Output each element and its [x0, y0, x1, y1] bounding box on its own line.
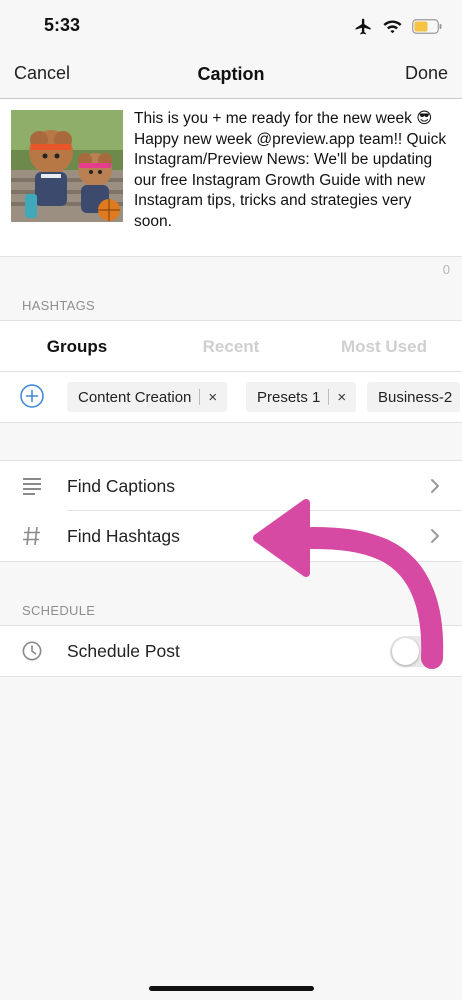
caption-text[interactable]: This is you + me ready for the new week … — [134, 109, 452, 233]
hashtags-section-header: HASHTAGS — [22, 298, 95, 313]
hashtag-group-chip[interactable]: Content Creation × — [67, 382, 228, 412]
chip-label: Content Creation — [78, 388, 192, 406]
lines-icon — [23, 478, 41, 495]
chip-label: Presets 1 — [257, 388, 321, 406]
hashtag-tabs: Groups Recent Most Used — [0, 320, 462, 371]
airplane-icon — [355, 18, 371, 34]
hashtag-group-chip[interactable]: Presets 1 × — [246, 382, 357, 412]
chevron-right-icon — [431, 529, 439, 543]
find-captions-row[interactable]: Find Captions — [0, 461, 462, 511]
clock-icon — [22, 641, 42, 661]
page-title: Caption — [197, 64, 265, 84]
caption-editor[interactable]: This is you + me ready for the new week … — [0, 99, 462, 257]
plus-circle-icon[interactable] — [20, 384, 44, 408]
status-time: 5:33 — [44, 15, 81, 35]
status-bar: 5:33 — [0, 0, 462, 50]
schedule-list: Schedule Post — [0, 625, 462, 677]
post-thumbnail — [11, 110, 123, 222]
find-hashtags-row[interactable]: Find Hashtags — [0, 511, 462, 561]
schedule-post-toggle[interactable] — [390, 636, 442, 667]
schedule-post-label: Schedule Post — [67, 641, 180, 661]
tab-most-used[interactable]: Most Used — [318, 337, 450, 357]
chip-remove-button[interactable]: × — [200, 389, 227, 406]
toggle-knob — [392, 638, 419, 665]
find-hashtags-label: Find Hashtags — [67, 526, 180, 546]
chevron-right-icon — [431, 479, 439, 493]
status-icons — [354, 15, 442, 37]
battery-icon — [412, 18, 442, 34]
hashtag-group-chip[interactable]: Business-2 — [367, 382, 461, 412]
wifi-icon — [383, 20, 402, 34]
chip-remove-button[interactable]: × — [329, 389, 356, 406]
hashtag-groups-row: Content Creation × Presets 1 × Business-… — [0, 371, 462, 423]
tools-list: Find Captions Find Hashtags — [0, 460, 462, 562]
chip-label: Business-2 — [378, 388, 453, 406]
schedule-post-row: Schedule Post — [0, 626, 462, 676]
schedule-section-header: SCHEDULE — [22, 603, 96, 618]
done-button[interactable]: Done — [405, 63, 448, 84]
find-captions-label: Find Captions — [67, 476, 175, 496]
character-count: 0 — [442, 262, 450, 277]
tab-recent[interactable]: Recent — [172, 337, 290, 357]
home-indicator — [149, 986, 314, 991]
nav-bar: Cancel Caption Done — [0, 50, 462, 99]
hash-icon — [23, 526, 40, 546]
tab-groups[interactable]: Groups — [18, 337, 136, 357]
